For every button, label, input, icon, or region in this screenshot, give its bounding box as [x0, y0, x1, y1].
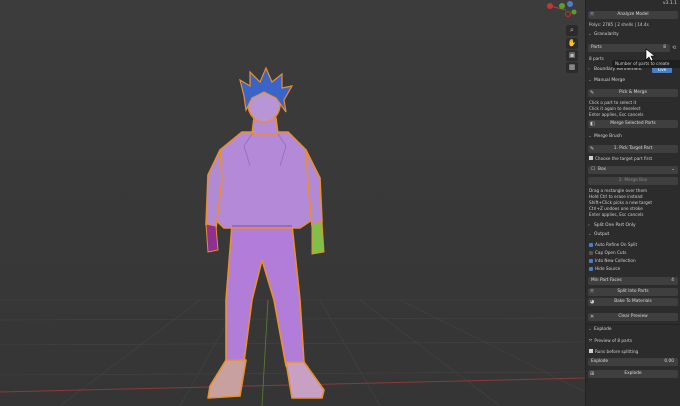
analyze-model-button[interactable]: ⤧ Analyze Model [588, 11, 678, 19]
cap-open-cuts-checkbox[interactable]: Cap Open Cuts [589, 250, 626, 256]
close-icon: ✕ [590, 314, 595, 320]
info-icon [589, 349, 593, 353]
preview-parts-text: ⤧ Preview of 8 parts [589, 338, 633, 343]
manual-merge-header[interactable]: ⌄ Manual Merge [588, 77, 678, 84]
zoom-icon[interactable]: ⌕ [566, 25, 578, 36]
merge-icon: ◧ [590, 121, 595, 127]
auto-refine-checkbox[interactable]: Auto Refine On Split [589, 242, 637, 248]
expand-icon: ⤧ [590, 12, 595, 18]
merge-selected-button[interactable]: ◧ Merge Selected Parts [588, 120, 678, 128]
blender-window: ⌕ ✋ ▣ ▦ v3.1.1 ⤧ Analyze Model Polys: 27… [0, 0, 680, 406]
into-new-collection-checkbox[interactable]: Into New Collection [589, 258, 636, 264]
hide-source-checkbox[interactable]: Hide Source [589, 266, 620, 272]
explode-icon: ⊞ [590, 371, 595, 377]
granularity-header[interactable]: ⌄ Granularity [588, 31, 678, 38]
explode-header[interactable]: ⌄ Explode [588, 326, 678, 333]
checkbox-icon [589, 258, 593, 263]
viewport-scene [0, 0, 585, 406]
merge-instruction: Click it again to deselect [589, 106, 641, 111]
x-axis-ball [547, 3, 553, 9]
parts-slider[interactable]: Parts 8 [588, 44, 670, 52]
checkbox-icon [589, 242, 593, 247]
expand-icon: ⤧ [589, 338, 593, 343]
brush-instruction: Hold Ctrl to erase instead [589, 194, 643, 199]
split-one-part-header[interactable]: › Split One Part Only [588, 222, 678, 229]
grid-view-icon[interactable]: ▦ [566, 62, 578, 73]
brush-instruction: Shift+Click picks a new target [589, 200, 653, 205]
pick-merge-button[interactable]: ✎ Pick & Merge [588, 89, 678, 97]
hand-pan-icon[interactable]: ✋ [566, 38, 578, 49]
version-label: v3.1.1 [662, 1, 677, 6]
checkbox-icon [589, 250, 593, 255]
eyedropper-icon: ✎ [590, 90, 595, 96]
brush-instruction: Drag a rectangle over them [589, 188, 648, 193]
split-into-parts-button[interactable]: ⤧ Split Into Parts [588, 288, 678, 296]
split-icon: ⤧ [590, 289, 595, 295]
material-sphere-icon: ◕ [590, 299, 595, 305]
clear-preview-button[interactable]: ✕ Clear Preview [588, 313, 678, 321]
camera-icon[interactable]: ▣ [566, 50, 578, 61]
explode-button[interactable]: ⊞ Explode [588, 370, 678, 378]
explode-amount-field[interactable]: Explode 0.00 [588, 358, 678, 366]
min-part-faces-field[interactable]: Min Part Faces 4 [588, 277, 678, 285]
reset-icon[interactable]: ⟲ [672, 45, 676, 51]
chevron-down-icon: ⌄ [671, 167, 675, 172]
navigation-gizmo[interactable] [540, 0, 584, 24]
z-axis-ball [567, 1, 573, 7]
divider [586, 324, 680, 325]
checkbox-icon [589, 266, 593, 271]
brush-instruction: Ctrl+Z undoes one stroke [589, 206, 643, 211]
mouse-cursor-icon [645, 48, 655, 62]
3d-viewport[interactable]: ⌕ ✋ ▣ ▦ [0, 0, 585, 406]
brush-shape-select[interactable]: ☐ Box ⌄ [588, 166, 678, 174]
eyedropper-icon: ✎ [590, 146, 595, 152]
output-header[interactable]: ⌄ Output [588, 231, 678, 238]
model-stats: Polys: 2785 | 2 shells | 14.4s [589, 22, 649, 27]
parts-note: 8 parts [589, 56, 604, 61]
merge-box-button[interactable]: 2. Merge Box [588, 177, 678, 185]
brush-instruction: Enter applies, Esc cancels [589, 212, 644, 217]
bake-to-materials-button[interactable]: ◕ Bake To Materials [588, 298, 678, 306]
info-icon [589, 156, 593, 160]
choose-target-text: Choose the target part first [589, 156, 652, 161]
box-icon: ☐ [591, 167, 595, 172]
runs-before-text: Runs before splitting [589, 349, 638, 354]
pick-target-part-button[interactable]: ✎ 1. Pick Target Part [588, 145, 678, 153]
merge-instruction: Enter applies, Esc cancels [589, 112, 644, 117]
merge-instruction: Click a part to select it [589, 100, 637, 105]
y-axis-ball [559, 3, 565, 9]
merge-brush-header[interactable]: ⌄ Merge Brush [588, 133, 678, 140]
